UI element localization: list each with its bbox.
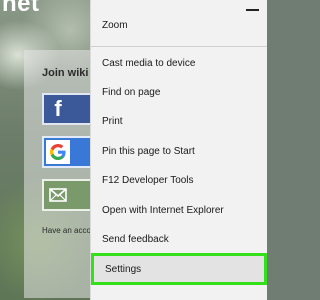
menu-item-label: Send feedback bbox=[102, 233, 169, 245]
menu-item-label: F12 Developer Tools bbox=[102, 174, 194, 186]
menu-item-label: Open with Internet Explorer bbox=[102, 204, 224, 216]
browser-more-menu: Zoom Cast media to device Find on page P… bbox=[90, 0, 267, 300]
menu-item-label: Find on page bbox=[102, 86, 161, 98]
site-title: net bbox=[2, 0, 40, 17]
menu-item-send-feedback[interactable]: Send feedback bbox=[91, 224, 267, 254]
menu-item-print[interactable]: Print bbox=[91, 106, 267, 136]
minus-icon[interactable] bbox=[246, 9, 259, 11]
menu-item-zoom: Zoom bbox=[91, 10, 267, 40]
zoom-label: Zoom bbox=[102, 19, 128, 31]
google-icon bbox=[46, 140, 70, 164]
facebook-icon: f bbox=[54, 96, 62, 121]
menu-item-open-ie[interactable]: Open with Internet Explorer bbox=[91, 195, 267, 225]
menu-item-pin-to-start[interactable]: Pin this page to Start bbox=[91, 136, 267, 166]
menu-item-find-on-page[interactable]: Find on page bbox=[91, 77, 267, 107]
menu-item-label: Pin this page to Start bbox=[102, 145, 195, 157]
menu-item-label: Settings bbox=[105, 263, 142, 275]
menu-separator bbox=[91, 46, 267, 47]
have-account-text: Have an acco bbox=[42, 226, 91, 235]
email-icon bbox=[46, 183, 70, 207]
menu-item-label: Print bbox=[102, 115, 123, 127]
join-title: Join wiki bbox=[42, 67, 89, 79]
menu-item-cast-media[interactable]: Cast media to device bbox=[91, 48, 267, 78]
menu-item-settings[interactable]: Settings bbox=[91, 253, 267, 285]
menu-item-developer-tools[interactable]: F12 Developer Tools bbox=[91, 165, 267, 195]
menu-item-label: Cast media to device bbox=[102, 57, 196, 69]
